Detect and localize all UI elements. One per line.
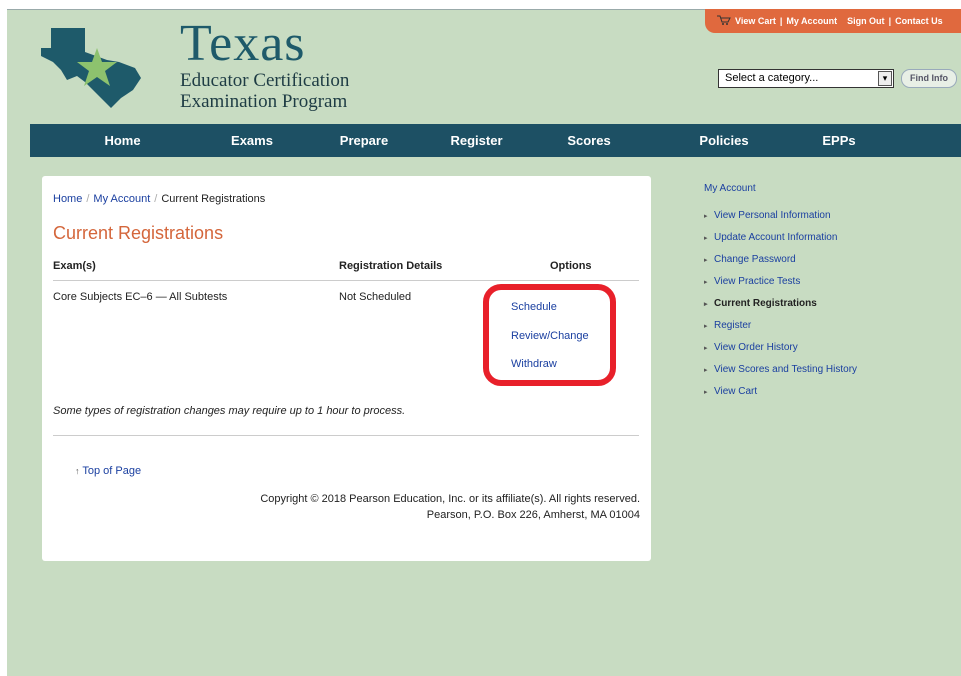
sidebar-item-change-password[interactable]: ▸ Change Password <box>704 254 857 276</box>
nav-scores[interactable]: Scores <box>514 124 664 157</box>
sidebar-item-label: View Cart <box>714 386 758 397</box>
texas-star-icon <box>41 28 141 108</box>
bullet-icon: ▸ <box>704 279 708 286</box>
address-line: Pearson, P.O. Box 226, Amherst, MA 01004 <box>426 509 640 521</box>
bullet-icon: ▸ <box>704 301 708 308</box>
withdraw-link[interactable]: Withdraw <box>511 358 557 370</box>
bullet-icon: ▸ <box>704 389 708 396</box>
separator: | <box>779 16 783 26</box>
find-info-button[interactable]: Find Info <box>901 69 957 88</box>
sidebar-item-view-cart[interactable]: ▸ View Cart <box>704 386 857 408</box>
sidebar-item-view-personal-information[interactable]: ▸ View Personal Information <box>704 210 857 232</box>
divider <box>53 280 639 281</box>
sidebar-item-label: Register <box>714 320 752 331</box>
column-header-exams: Exam(s) <box>53 260 96 272</box>
chevron-down-icon[interactable]: ▾ <box>878 71 892 86</box>
site-logo[interactable]: Texas Educator Certification Examination… <box>37 14 357 114</box>
column-header-options: Options <box>550 260 592 272</box>
bullet-icon: ▸ <box>704 345 708 352</box>
top-of-page-label: Top of Page <box>82 465 142 477</box>
column-header-details: Registration Details <box>339 260 443 272</box>
top-of-page-link[interactable]: ↑ Top of Page <box>75 465 141 477</box>
content-panel: Home / My Account / Current Registrations Cu… <box>42 176 651 561</box>
sidebar-item-current-registrations[interactable]: ▸ Current Registrations <box>704 298 857 320</box>
nav-home[interactable]: Home <box>30 124 215 157</box>
copyright-line: Copyright © 2018 Pearson Education, Inc.… <box>260 493 640 505</box>
main-nav: Home Exams Prepare Register Scores Polic… <box>30 124 961 157</box>
breadcrumb-home[interactable]: Home <box>53 193 82 205</box>
cart-icon[interactable] <box>717 15 731 27</box>
bullet-icon: ▸ <box>704 367 708 374</box>
sidebar-item-label: Change Password <box>714 254 796 265</box>
breadcrumb-separator: / <box>86 193 90 205</box>
breadcrumb-separator: / <box>154 193 158 205</box>
review-change-link[interactable]: Review/Change <box>511 330 589 342</box>
logo-title: Texas <box>180 15 306 72</box>
sidebar-item-label: View Personal Information <box>714 210 831 221</box>
sidebar-item-label: View Order History <box>714 342 798 353</box>
sidebar-item-label: Current Registrations <box>714 298 817 309</box>
page: Texas Educator Certification Examination… <box>7 9 961 676</box>
nav-prepare[interactable]: Prepare <box>289 124 439 157</box>
logo-subtitle-line1: Educator Certification <box>180 70 350 91</box>
sidebar-menu: ▸ View Personal Information ▸ Update Accou… <box>704 210 857 408</box>
registration-status: Not Scheduled <box>339 291 412 303</box>
breadcrumb-my-account[interactable]: My Account <box>93 193 150 205</box>
nav-policies[interactable]: Policies <box>664 124 784 157</box>
page-title: Current Registrations <box>53 223 224 243</box>
contact-us-link[interactable]: Contact Us <box>895 16 943 26</box>
exam-name: Core Subjects EC–6 — All Subtests <box>53 291 228 303</box>
processing-note: Some types of registration changes may r… <box>53 405 406 417</box>
divider <box>53 435 639 436</box>
sidebar-heading[interactable]: My Account <box>704 183 756 194</box>
sidebar-item-label: View Scores and Testing History <box>714 364 858 375</box>
separator: | <box>888 16 892 26</box>
logo-subtitle-line2: Examination Program <box>180 91 348 112</box>
sidebar-item-label: View Practice Tests <box>714 276 801 287</box>
bullet-icon: ▸ <box>704 213 708 220</box>
schedule-link[interactable]: Schedule <box>511 301 557 313</box>
sign-out-link[interactable]: Sign Out <box>847 16 885 26</box>
view-cart-link[interactable]: View Cart <box>735 16 776 26</box>
category-select[interactable]: Select a category... ▾ <box>718 69 894 88</box>
sidebar-item-view-practice-tests[interactable]: ▸ View Practice Tests <box>704 276 857 298</box>
utility-bar: View Cart | My Account Sign Out | Contac… <box>705 9 961 33</box>
arrow-up-icon: ↑ <box>75 466 80 476</box>
sidebar-item-register[interactable]: ▸ Register <box>704 320 857 342</box>
breadcrumb: Home / My Account / Current Registrations <box>53 193 265 205</box>
sidebar-item-view-scores-and-testing-history[interactable]: ▸ View Scores and Testing History <box>704 364 857 386</box>
nav-register[interactable]: Register <box>439 124 514 157</box>
sidebar-item-label: Update Account Information <box>714 232 838 243</box>
sidebar-item-update-account-information[interactable]: ▸ Update Account Information <box>704 232 857 254</box>
category-select-value: Select a category... <box>725 72 819 84</box>
bullet-icon: ▸ <box>704 257 708 264</box>
logo-subtitle: Educator Certification Examination Progr… <box>180 70 349 112</box>
nav-exams[interactable]: Exams <box>215 124 289 157</box>
breadcrumb-current: Current Registrations <box>161 193 266 205</box>
bullet-icon: ▸ <box>704 323 708 330</box>
bullet-icon: ▸ <box>704 235 708 242</box>
footer-copyright: Copyright © 2018 Pearson Education, Inc.… <box>260 491 640 523</box>
nav-epps[interactable]: EPPs <box>784 124 894 157</box>
my-account-link[interactable]: My Account <box>786 16 837 26</box>
sidebar-item-view-order-history[interactable]: ▸ View Order History <box>704 342 857 364</box>
